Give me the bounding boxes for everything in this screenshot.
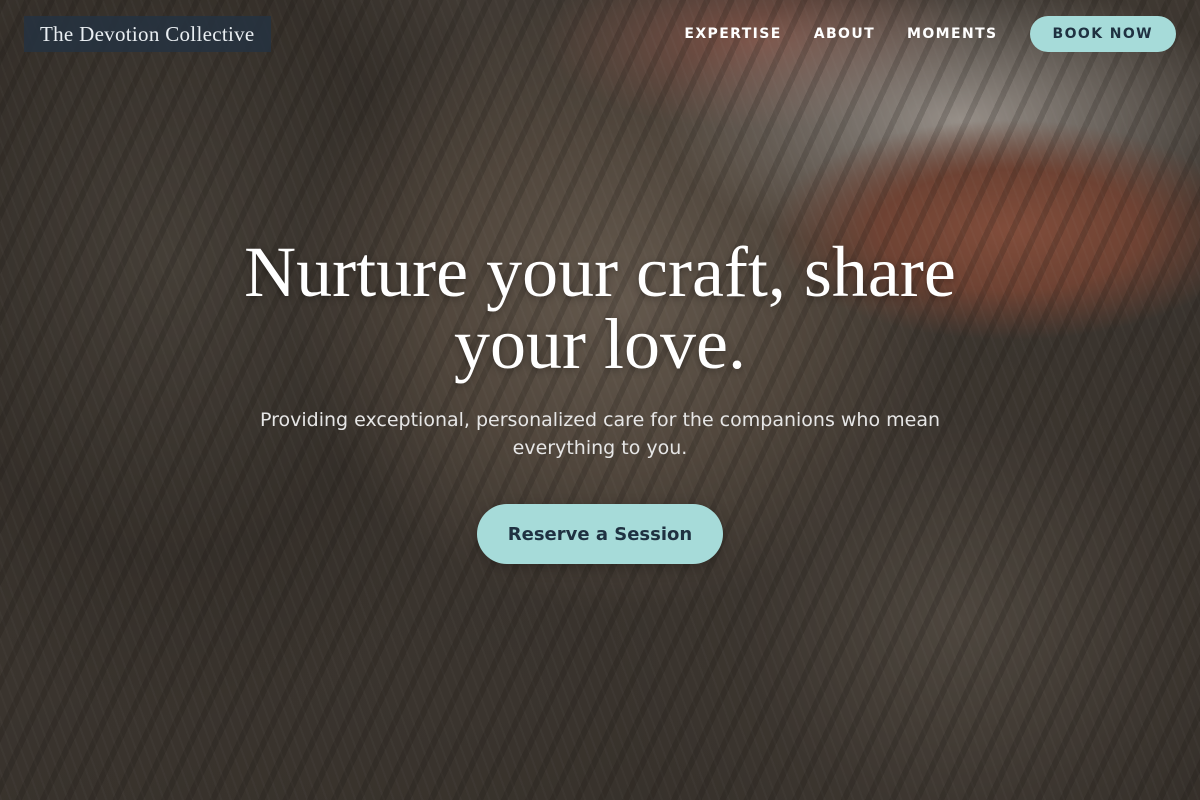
nav-link-expertise[interactable]: EXPERTISE [684,26,781,42]
hero-title: Nurture your craft, share your love. [244,232,956,384]
hero-section: Nurture your craft, share your love. Pro… [0,236,1200,564]
book-now-button[interactable]: BOOK NOW [1029,16,1176,52]
nav-link-about[interactable]: ABOUT [814,26,875,42]
hero-subtitle: Providing exceptional, personalized care… [259,409,941,459]
brand-logo[interactable]: The Devotion Collective [24,16,271,52]
nav-link-moments[interactable]: MOMENTS [907,26,997,42]
reserve-session-button[interactable]: Reserve a Session [477,504,723,564]
main-nav: EXPERTISE ABOUT MOMENTS BOOK NOW [684,16,1176,52]
